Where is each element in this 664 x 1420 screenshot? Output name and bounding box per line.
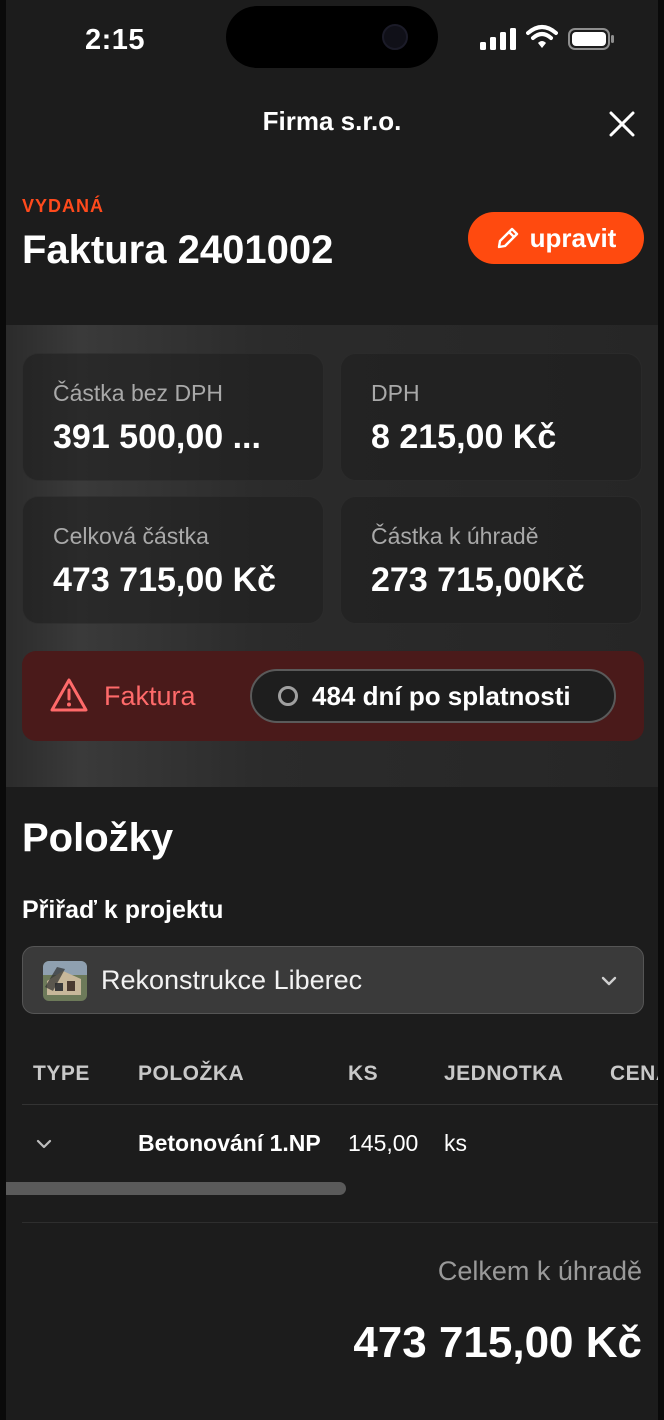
dynamic-island	[226, 6, 438, 68]
amount-without-vat-card: Částka bez DPH 391 500,00 ...	[22, 353, 324, 481]
edit-button[interactable]: upravit	[468, 212, 644, 264]
card-value: 473 715,00 Kč	[53, 561, 277, 599]
card-label: Částka bez DPH	[53, 380, 224, 406]
table-horizontal-scrollbar[interactable]	[0, 1182, 346, 1195]
alert-label: Faktura	[104, 681, 196, 711]
overdue-badge: 484 dní po splatnosti	[250, 669, 616, 723]
table-header-divider	[22, 1104, 664, 1105]
battery-icon	[568, 28, 614, 50]
row-item-qty: 145,00	[348, 1130, 419, 1156]
overdue-text: 484 dní po splatnosti	[312, 680, 571, 711]
column-header-type: TYPE	[33, 1062, 90, 1085]
company-title: Firma s.r.o.	[262, 106, 402, 136]
items-section-title: Položky	[22, 816, 174, 860]
column-header-price: CENA	[610, 1062, 664, 1085]
row-item-name: Betonování 1.NP	[138, 1130, 321, 1156]
cellular-signal-icon	[480, 28, 516, 50]
column-header-unit: JEDNOTKA	[444, 1062, 564, 1085]
project-thumbnail-icon	[43, 961, 87, 1001]
column-header-item: POLOŽKA	[138, 1062, 245, 1085]
overdue-alert: Faktura 484 dní po splatnosti	[22, 651, 644, 741]
card-value: 273 715,00Kč	[371, 561, 585, 599]
total-due-value: 473 715,00 Kč	[353, 1318, 642, 1367]
invoice-title: Faktura 2401002	[22, 228, 334, 272]
amount-due-card: Částka k úhradě 273 715,00Kč	[340, 496, 642, 624]
card-label: Celková částka	[53, 523, 209, 549]
expand-row-chevron-icon[interactable]	[34, 1134, 54, 1154]
status-time: 2:15	[85, 24, 146, 56]
total-amount-card: Celková částka 473 715,00 Kč	[22, 496, 324, 624]
camera-icon	[382, 24, 408, 50]
clock-circle-icon	[278, 686, 298, 706]
edit-button-label: upravit	[529, 222, 617, 253]
pencil-icon	[497, 227, 518, 249]
total-divider	[22, 1222, 664, 1223]
project-select[interactable]: Rekonstrukce Liberec	[22, 946, 644, 1014]
status-bar: 2:15	[0, 0, 664, 82]
vat-card: DPH 8 215,00 Kč	[340, 353, 642, 481]
card-value: 391 500,00 ...	[53, 418, 261, 456]
warning-icon	[50, 678, 88, 712]
total-due-label: Celkem k úhradě	[437, 1256, 642, 1286]
invoice-type-label: VYDANÁ	[22, 196, 105, 216]
invoice-summary: Částka bez DPH 391 500,00 ... DPH 8 215,…	[0, 325, 664, 787]
row-item-unit: ks	[444, 1130, 467, 1156]
project-select-value: Rekonstrukce Liberec	[101, 965, 363, 995]
invoice-screen: 2:15 Firma s.r.o. VYDANÁ Faktura 2401002…	[0, 0, 664, 1420]
close-icon[interactable]	[604, 106, 640, 142]
column-header-qty: KS	[348, 1062, 379, 1085]
chevron-down-icon	[601, 976, 617, 986]
assign-project-label: Přiřaď k projektu	[22, 896, 224, 924]
wifi-icon	[526, 25, 558, 48]
card-value: 8 215,00 Kč	[371, 418, 557, 456]
card-label: Částka k úhradě	[371, 523, 539, 549]
card-label: DPH	[371, 380, 420, 406]
